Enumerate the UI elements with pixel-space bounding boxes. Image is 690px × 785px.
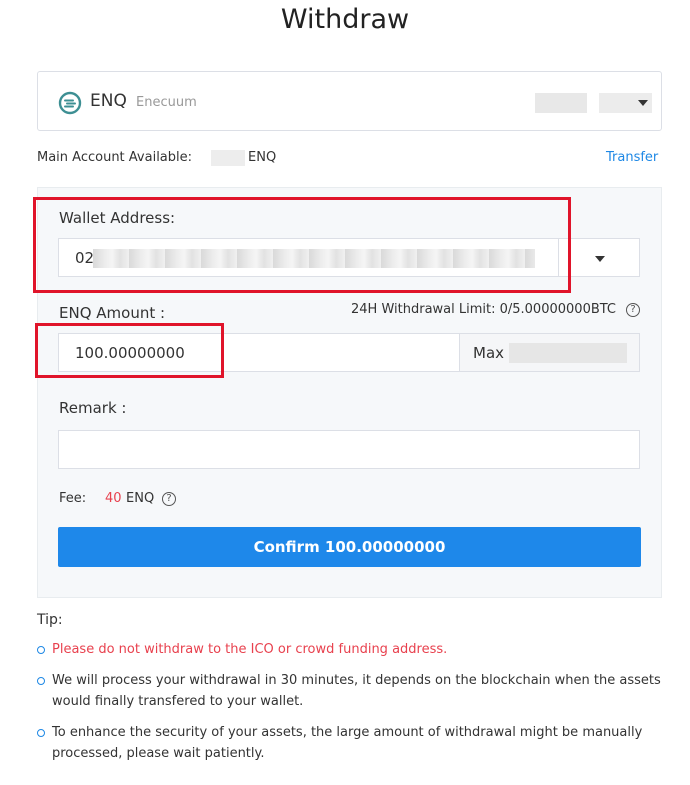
max-label: Max — [473, 344, 505, 362]
help-icon[interactable]: ? — [626, 303, 640, 317]
available-unit: ENQ — [248, 150, 277, 165]
highlight-box-amount — [35, 323, 224, 378]
tip-item: To enhance the security of your assets, … — [52, 725, 643, 761]
tip-title: Tip: — [37, 612, 63, 628]
max-button[interactable]: Max — [459, 333, 640, 372]
available-amount-redacted — [211, 150, 245, 166]
enecuum-logo-icon — [58, 91, 82, 115]
bullet-icon — [37, 677, 45, 685]
bullet-icon — [37, 646, 45, 654]
amount-label: ENQ Amount : — [59, 304, 166, 322]
highlight-box-wallet — [33, 197, 571, 293]
withdrawal-limit: 24H Withdrawal Limit: 0/5.00000000BTC — [351, 302, 617, 317]
remark-label: Remark : — [59, 399, 127, 417]
page-title: Withdraw — [280, 4, 410, 35]
coin-balance-redacted — [535, 93, 587, 113]
available-label: Main Account Available: — [37, 150, 193, 165]
tip-item: Please do not withdraw to the ICO or cro… — [52, 642, 448, 657]
coin-select[interactable]: ENQ Enecuum — [37, 71, 662, 131]
fee-unit: ENQ — [126, 491, 155, 506]
fee-label: Fee: — [59, 491, 87, 506]
chevron-down-icon — [595, 256, 605, 262]
transfer-link[interactable]: Transfer — [606, 150, 658, 165]
confirm-button[interactable]: Confirm 100.00000000 — [58, 527, 641, 567]
coin-name: Enecuum — [136, 95, 197, 110]
help-icon[interactable]: ? — [162, 492, 176, 506]
max-amount-redacted — [509, 343, 627, 363]
tip-item: We will process your withdrawal in 30 mi… — [52, 673, 661, 709]
coin-symbol: ENQ — [90, 91, 127, 111]
chevron-down-icon — [638, 100, 648, 106]
bullet-icon — [37, 729, 45, 737]
remark-input[interactable] — [58, 430, 640, 469]
fee-value: 40 — [105, 491, 122, 506]
